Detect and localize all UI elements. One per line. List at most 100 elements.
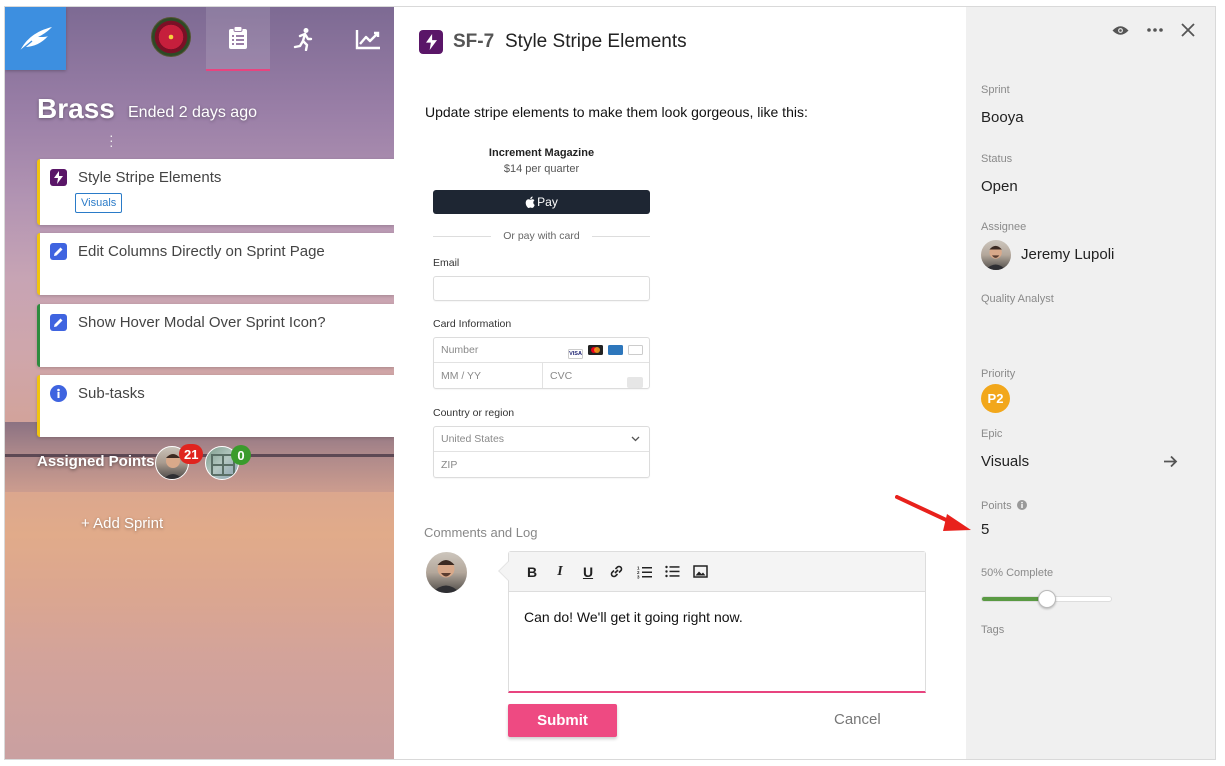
progress-knob[interactable] (1037, 590, 1056, 608)
user-avatar[interactable] (151, 17, 191, 57)
trend-chart-icon (355, 30, 380, 50)
lightning-icon (419, 30, 443, 54)
issue-title[interactable]: Style Stripe Elements (505, 31, 687, 53)
clipboard-icon (229, 26, 247, 49)
cancel-button[interactable]: Cancel (834, 711, 881, 728)
apple-icon (525, 196, 535, 208)
zip-placeholder: ZIP (441, 458, 458, 471)
bullet-list-icon[interactable] (663, 563, 681, 581)
bold-icon[interactable]: B (523, 563, 541, 581)
country-select: United States (434, 427, 649, 452)
sprint-card[interactable]: Sub-tasks (37, 375, 394, 437)
assignee-avatar (981, 240, 1011, 270)
cvc-field: CVC (543, 369, 649, 388)
app-window: Brass Ended 2 days ago · · · Style Stripe … (4, 6, 1216, 760)
issue-sidebar: Sprint Booya Status Open Assignee Jeremy… (966, 7, 1215, 759)
apple-pay-button: Pay (433, 190, 650, 214)
info-icon (50, 385, 67, 402)
country-zip-field: United States ZIP (433, 426, 650, 478)
add-sprint-button[interactable]: + Add Sprint (81, 515, 163, 532)
pencil-icon (50, 243, 67, 260)
card-title: Sub-tasks (78, 385, 145, 402)
pay-divider: Or pay with card (433, 230, 650, 242)
arrow-right-icon[interactable] (1163, 455, 1178, 468)
sprint-card[interactable]: Show Hover Modal Over Sprint Icon? (37, 304, 394, 367)
tags-label: Tags (981, 624, 1005, 636)
more-options-icon[interactable] (1147, 28, 1163, 32)
card-number-field: Number VISA (434, 338, 649, 363)
email-field (433, 276, 650, 301)
annotation-arrow-icon (895, 495, 971, 531)
status-label: Status (981, 153, 1013, 165)
tab-sprint-board[interactable] (206, 7, 270, 71)
comment-text[interactable]: Can do! We'll get it going right now. (509, 592, 925, 642)
sprint-label: Sprint (981, 84, 1010, 96)
epic-label: Epic (981, 428, 1003, 440)
issue-detail: SF-7 Style Stripe Elements Update stripe… (394, 7, 966, 759)
link-icon[interactable] (607, 563, 625, 581)
tab-running[interactable] (271, 7, 335, 71)
zip-field: ZIP (434, 452, 649, 477)
sprint-card[interactable]: Style Stripe Elements Visuals (37, 159, 394, 225)
sprint-value[interactable]: Booya (981, 109, 1024, 126)
apple-pay-label: Pay (537, 195, 558, 209)
card-info-label: Card Information (433, 318, 512, 330)
sprint-card[interactable]: Edit Columns Directly on Sprint Page (37, 233, 394, 295)
italic-icon[interactable]: I (551, 563, 569, 581)
pencil-icon (50, 314, 67, 331)
points-label: Points (981, 500, 1027, 512)
card-title: Style Stripe Elements (78, 169, 222, 186)
close-icon[interactable] (1181, 23, 1195, 37)
discover-icon (628, 345, 643, 355)
card-tag[interactable]: Visuals (75, 193, 123, 213)
sprint-status: Ended 2 days ago (128, 104, 257, 121)
sprint-name: Brass (37, 93, 115, 124)
svg-text:3: 3 (637, 574, 640, 579)
assignee-label: Assignee (981, 221, 1027, 233)
lightning-icon (50, 169, 67, 186)
card-number-placeholder: Number (441, 344, 479, 356)
card-info-field: Number VISA MM / YY CVC (433, 337, 650, 389)
email-label: Email (433, 257, 460, 269)
sprint-menu-icon[interactable]: · · · (109, 128, 114, 152)
progress-label: 50% Complete (981, 567, 1054, 579)
underline-icon[interactable]: U (579, 563, 597, 581)
comment-editor[interactable]: B I U 123 Can do! We'll get it going rig… (498, 551, 926, 693)
issue-description[interactable]: Update stripe elements to make them look… (425, 104, 808, 120)
issue-key: SF-7 (453, 31, 495, 52)
sidebar-actions (1112, 23, 1195, 37)
country-label: Country or region (433, 407, 515, 419)
progress-fill (982, 597, 1047, 601)
app-logo[interactable] (5, 7, 66, 70)
ordered-list-icon[interactable]: 123 (635, 563, 653, 581)
cvc-placeholder: CVC (550, 369, 573, 382)
progress-slider[interactable] (981, 590, 1112, 608)
submit-button[interactable]: Submit (508, 704, 617, 737)
editor-toolbar: B I U 123 (509, 552, 925, 592)
assignee-value[interactable]: Jeremy Lupoli (1021, 246, 1114, 263)
card-expiry-cvc-row: MM / YY CVC (434, 363, 649, 388)
cvc-card-icon (627, 376, 643, 388)
status-value[interactable]: Open (981, 178, 1018, 195)
epic-value[interactable]: Visuals (981, 453, 1029, 470)
chevron-down-icon (631, 436, 640, 442)
expiry-field: MM / YY (434, 363, 543, 388)
info-icon[interactable] (1016, 500, 1027, 510)
points-badge: 21 (179, 444, 204, 464)
comments-label: Comments and Log (424, 525, 538, 540)
priority-label: Priority (981, 368, 1016, 380)
points-badge: 0 (231, 445, 251, 465)
points-label-text: Points (981, 500, 1012, 512)
merchant-price: $14 per quarter (503, 163, 580, 175)
qa-label: Quality Analyst (981, 293, 1054, 305)
priority-badge[interactable]: P2 (981, 384, 1010, 413)
sprint-panel: Brass Ended 2 days ago · · · Style Stripe … (5, 7, 394, 759)
image-icon[interactable] (691, 563, 709, 581)
points-value[interactable]: 5 (981, 521, 989, 538)
assigned-points-label: Assigned Points: (37, 453, 160, 470)
commenter-avatar (426, 552, 467, 593)
merchant-name: Increment Magazine (488, 147, 595, 159)
payment-form-image: Increment Magazine $14 per quarter Pay O… (433, 147, 650, 478)
tab-charts[interactable] (336, 7, 394, 71)
eye-icon[interactable] (1112, 25, 1129, 36)
